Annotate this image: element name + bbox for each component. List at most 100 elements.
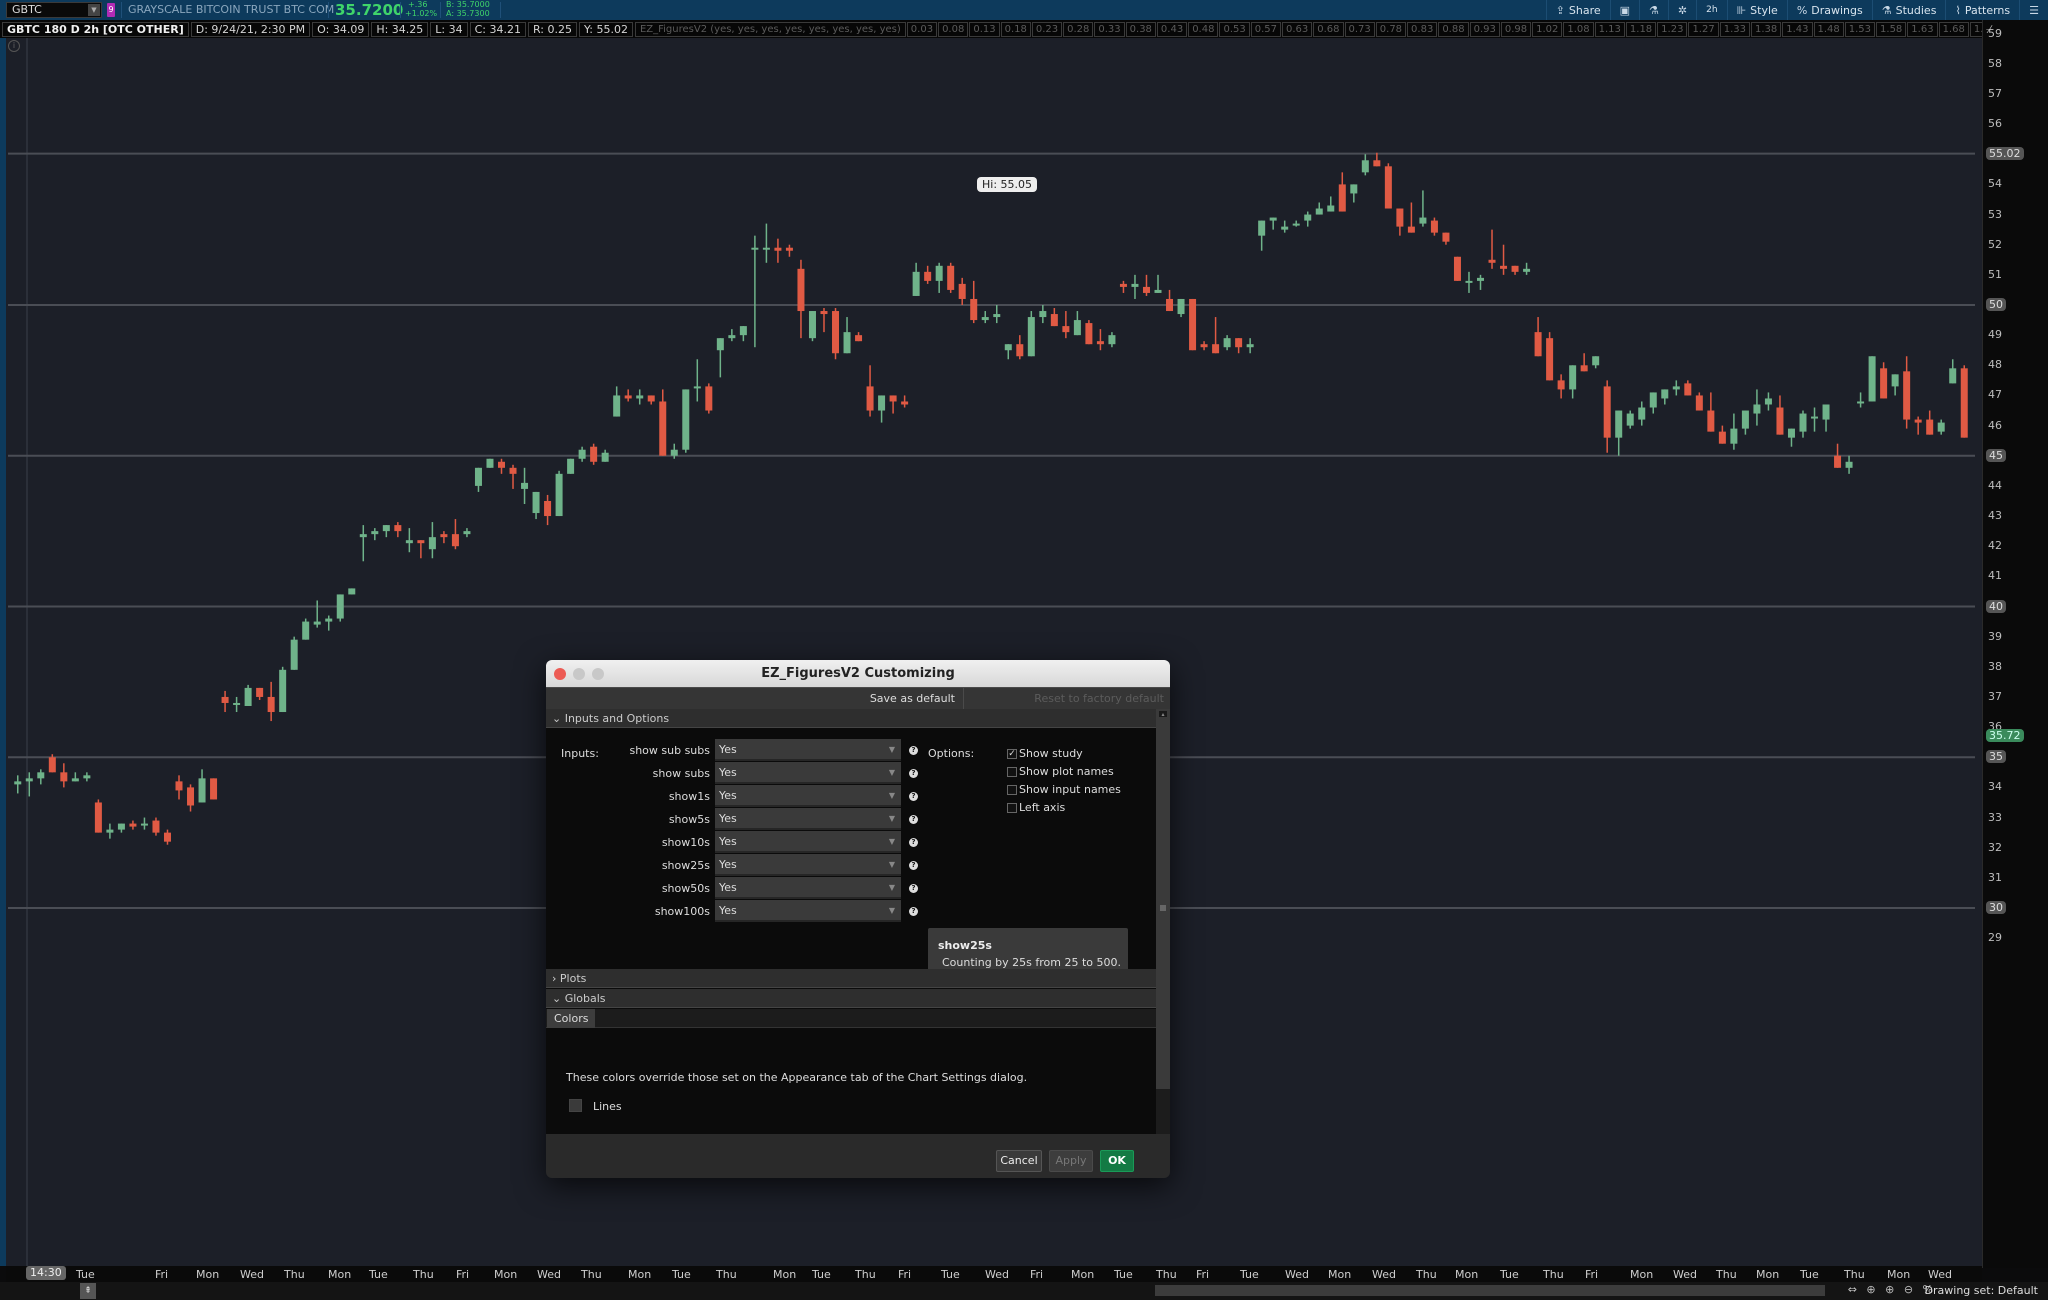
section-globals[interactable]: ⌄ Globals <box>546 989 1156 1008</box>
chevron-right-icon: › <box>552 972 560 985</box>
x-tick-label: Mon <box>628 1268 652 1281</box>
candle <box>935 262 943 293</box>
zoom-controls-icon[interactable]: ⇔ ⊕ ⊕ ⊖ % <box>1848 1283 1936 1296</box>
candle-body <box>935 265 943 281</box>
candle <box>233 696 241 713</box>
candle-body <box>613 395 621 417</box>
help-icon[interactable]: ? <box>909 746 918 755</box>
candle-body <box>1430 220 1438 233</box>
candle <box>774 238 782 263</box>
reset-factory-default-button[interactable]: Reset to factory default <box>1034 688 1164 710</box>
cancel-button[interactable]: Cancel <box>996 1150 1042 1172</box>
y-tick-label: 32 <box>1988 840 2002 854</box>
input-select-show25s[interactable]: Yes ▼ <box>715 854 901 876</box>
candle-body <box>1776 407 1784 435</box>
candle-body <box>1223 338 1231 348</box>
input-select-show50s[interactable]: Yes ▼ <box>715 877 901 899</box>
candle-body <box>1108 335 1116 345</box>
candle <box>739 326 747 342</box>
zoom-window-icon[interactable] <box>592 668 604 680</box>
minimize-window-icon[interactable] <box>573 668 585 680</box>
candle <box>290 636 298 670</box>
x-tick-label: Thu <box>1156 1268 1177 1281</box>
section-label: Plots <box>559 972 587 985</box>
help-icon[interactable]: ? <box>909 861 918 870</box>
price-level-badge: 55.02 <box>1986 146 2024 160</box>
candle <box>1937 419 1945 435</box>
dialog-titlebar[interactable]: EZ_FiguresV2 Customizing <box>546 660 1170 687</box>
input-select-show-sub-subs[interactable]: Yes ▼ <box>715 739 901 761</box>
candle <box>428 522 436 559</box>
candle-body <box>820 311 828 315</box>
chevron-down-icon: ▼ <box>888 791 895 800</box>
candle <box>981 311 989 324</box>
help-icon[interactable]: ? <box>909 907 918 916</box>
select-value: Yes <box>719 743 737 756</box>
chevron-down-icon: ▼ <box>888 745 895 754</box>
input-label: show1s <box>668 790 710 803</box>
option-checkbox[interactable] <box>1007 785 1017 795</box>
close-window-icon[interactable] <box>554 668 566 680</box>
tab-colors[interactable]: Colors <box>547 1009 596 1028</box>
section-plots[interactable]: › Plots <box>546 969 1156 988</box>
candle-body <box>474 467 482 486</box>
section-inputs-and-options[interactable]: ⌄ Inputs and Options <box>546 709 1156 728</box>
dialog-scrollbar[interactable]: ▴ <box>1156 709 1170 1134</box>
option-checkbox[interactable]: ✓ <box>1007 749 1017 759</box>
input-label: show50s <box>661 882 710 895</box>
horizontal-scrollbar[interactable] <box>1155 1285 1825 1296</box>
candle <box>1764 392 1772 411</box>
candle-body <box>1903 371 1911 420</box>
input-select-show1s[interactable]: Yes ▼ <box>715 785 901 807</box>
select-value: Yes <box>719 812 737 825</box>
candle <box>1834 443 1842 468</box>
candle <box>1638 401 1646 426</box>
candle <box>1453 256 1461 281</box>
help-icon[interactable]: ? <box>909 792 918 801</box>
input-select-show5s[interactable]: Yes ▼ <box>715 808 901 830</box>
pan-handle-icon[interactable]: ⇞ <box>80 1283 96 1299</box>
candle-body <box>117 823 125 830</box>
candle-body <box>1212 344 1220 354</box>
lines-color-swatch[interactable] <box>569 1099 582 1112</box>
y-tick-label: 49 <box>1988 328 2002 342</box>
y-tick-label: 43 <box>1988 509 2002 523</box>
help-icon[interactable]: ? <box>909 815 918 824</box>
candle <box>1718 425 1726 444</box>
x-tick-label: Thu <box>855 1268 876 1281</box>
input-select-show-subs[interactable]: Yes ▼ <box>715 762 901 784</box>
y-tick-label: 33 <box>1988 810 2002 824</box>
scroll-up-icon[interactable]: ▴ <box>1159 711 1167 718</box>
y-tick-label: 39 <box>1988 629 2002 643</box>
option-checkbox[interactable] <box>1007 803 1017 813</box>
help-icon[interactable]: ? <box>909 884 918 893</box>
option-checkbox[interactable] <box>1007 767 1017 777</box>
candle <box>1200 341 1208 351</box>
scroll-down-area[interactable] <box>1156 1089 1170 1134</box>
chevron-down-icon: ⌄ <box>552 712 565 725</box>
candle-body <box>1626 413 1634 426</box>
candle-body <box>1649 392 1657 408</box>
x-tick-label: Mon <box>773 1268 797 1281</box>
save-as-default-button[interactable]: Save as default <box>862 688 964 710</box>
help-icon[interactable]: ? <box>909 769 918 778</box>
drawing-set-label[interactable]: Drawing set: Default <box>1925 1284 2038 1297</box>
help-icon[interactable]: ? <box>909 838 918 847</box>
candle-body <box>797 268 805 312</box>
input-select-show100s[interactable]: Yes ▼ <box>715 900 901 922</box>
scroll-thumb[interactable] <box>1160 905 1166 911</box>
candle-body <box>1615 410 1623 438</box>
ok-button[interactable]: OK <box>1100 1150 1134 1172</box>
candle-body <box>267 696 275 713</box>
candle <box>659 389 667 456</box>
candle <box>993 305 1001 324</box>
candle <box>647 395 655 405</box>
x-tick-label: Mon <box>1630 1268 1654 1281</box>
candle-body <box>48 757 56 773</box>
candle-body <box>60 772 68 782</box>
candle <box>1926 410 1934 435</box>
candle-body <box>509 467 517 474</box>
apply-button[interactable]: Apply <box>1049 1150 1093 1172</box>
candle-body <box>1465 280 1473 283</box>
input-select-show10s[interactable]: Yes ▼ <box>715 831 901 853</box>
